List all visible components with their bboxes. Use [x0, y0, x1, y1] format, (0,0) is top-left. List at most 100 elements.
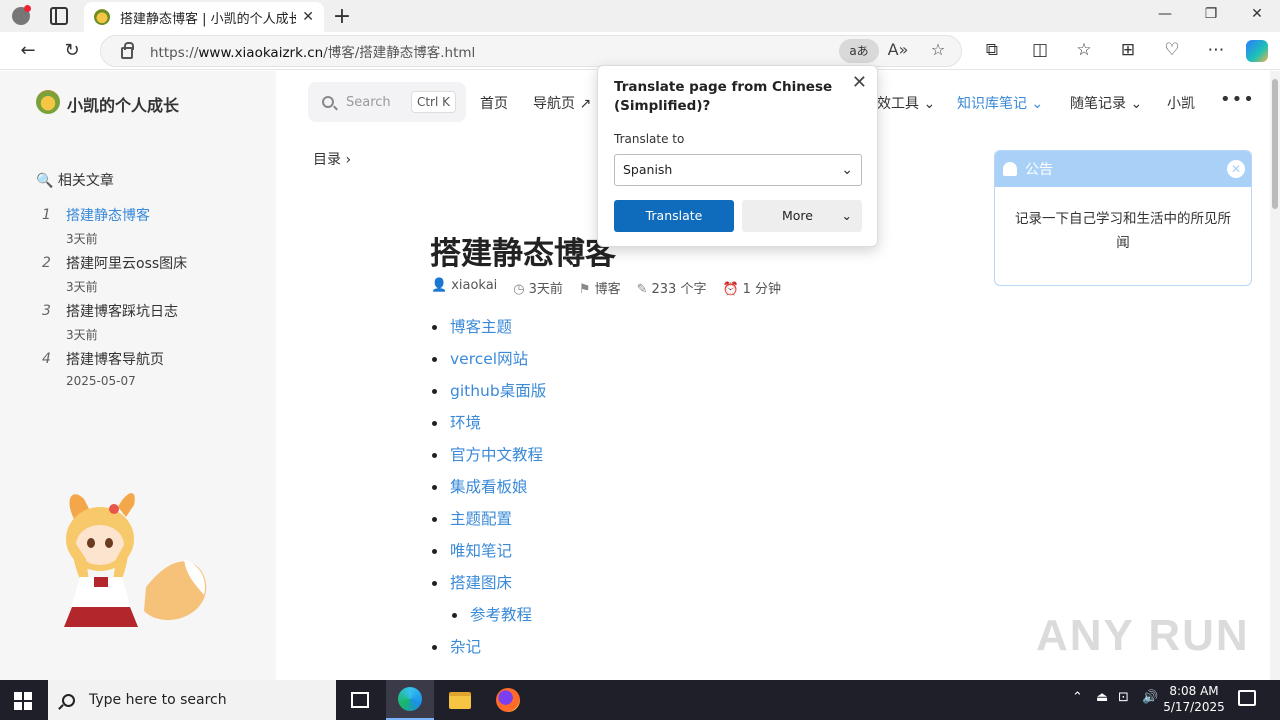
list-item[interactable]: 4 搭建博客导航页 2025-05-07 [36, 349, 266, 397]
settings-more-icon[interactable]: ⋯ [1204, 40, 1228, 60]
tab-actions-icon[interactable] [50, 7, 68, 25]
notice-body: 记录一下自己学习和生活中的所见所闻 [1015, 211, 1231, 251]
toc-toggle[interactable]: 目录 › [313, 149, 351, 169]
related-article-date: 3天前 [66, 232, 98, 246]
read-time: 1 分钟 [742, 282, 782, 297]
browser-titlebar: 搭建静态博客 | 小凯的个人成长 ✕ + — ❐ ✕ [0, 0, 1280, 32]
translate-button[interactable]: Translate [614, 200, 734, 232]
nav-home[interactable]: 首页 [480, 93, 508, 113]
translate-dialog-title: Translate page from Chinese (Simplified)… [614, 79, 833, 114]
refresh-button[interactable]: ↻ [60, 40, 84, 62]
toc-link[interactable]: 杂记 [430, 631, 830, 663]
address-bar[interactable]: https://www.xiaokaizrk.cn/博客/搭建静态博客.html… [100, 35, 962, 67]
copilot-icon[interactable] [1246, 40, 1268, 62]
related-article-title[interactable]: 搭建博客导航页 [66, 349, 164, 369]
close-icon[interactable]: ✕ [852, 72, 867, 93]
firefox-button[interactable] [484, 680, 532, 720]
search-placeholder: Search [346, 94, 391, 110]
task-view-icon [351, 692, 369, 708]
site-name[interactable]: 小凯的个人成长 [67, 92, 179, 116]
taskbar-search[interactable]: Type here to search [48, 680, 336, 720]
lock-icon[interactable] [121, 42, 134, 59]
nav-knowledge-notes[interactable]: 知识库笔记 ⌄ [957, 93, 1043, 113]
clock-icon: ◷ [513, 282, 525, 297]
mascot-image[interactable] [34, 479, 210, 639]
toc-link[interactable]: 环境 [430, 407, 830, 439]
browser-tab-active[interactable]: 搭建静态博客 | 小凯的个人成长 ✕ [84, 2, 324, 32]
related-articles-heading: 🔍 相关文章 [36, 173, 114, 189]
clock[interactable]: 8:08 AM 5/17/2025 [1160, 683, 1228, 715]
scrollbar-thumb[interactable] [1272, 79, 1278, 209]
minimize-button[interactable]: — [1150, 6, 1180, 22]
more-icon[interactable]: ••• [1220, 89, 1255, 110]
chevron-down-icon: ⌄ [841, 162, 853, 178]
usb-icon[interactable]: ⏏ [1096, 690, 1108, 705]
more-options-button[interactable]: More ⌄ [742, 200, 862, 232]
notice-close-button[interactable]: ✕ [1227, 160, 1245, 178]
close-window-button[interactable]: ✕ [1242, 6, 1272, 22]
new-tab-button[interactable]: + [330, 4, 354, 29]
toc-link[interactable]: 参考教程 [430, 599, 830, 631]
article-toc-list: 博客主题 vercel网站 github桌面版 环境 官方中文教程 集成看板娘 … [430, 311, 830, 663]
translate-icon[interactable]: aあ [839, 39, 879, 63]
site-favicon-icon [94, 9, 110, 25]
notification-dot [24, 5, 31, 12]
related-article-title[interactable]: 搭建博客踩坑日志 [66, 301, 178, 321]
tab-close-icon[interactable]: ✕ [302, 9, 314, 25]
search-box[interactable]: Search Ctrl K [308, 82, 466, 122]
performance-icon[interactable]: ♡ [1160, 40, 1184, 60]
volume-icon[interactable]: 🔊 [1142, 690, 1158, 705]
split-screen-icon[interactable]: ◫ [1028, 40, 1052, 60]
related-article-date: 2025-05-07 [66, 374, 136, 388]
nav-author[interactable]: 小凯 [1167, 93, 1195, 113]
task-view-button[interactable] [336, 680, 384, 720]
author-name: xiaokai [451, 278, 498, 293]
toc-link[interactable]: 官方中文教程 [430, 439, 830, 471]
related-article-title[interactable]: 搭建静态博客 [66, 205, 150, 225]
publish-time: 3天前 [528, 282, 563, 297]
toc-link[interactable]: 集成看板娘 [430, 471, 830, 503]
translate-dialog: Translate page from Chinese (Simplified)… [597, 65, 878, 247]
related-article-date: 3天前 [66, 328, 98, 342]
restore-button[interactable]: ❐ [1196, 6, 1226, 22]
back-button[interactable]: ← [16, 40, 40, 62]
collections-icon[interactable]: ⊞ [1116, 40, 1140, 60]
nav-essays[interactable]: 随笔记录 ⌄ [1070, 93, 1142, 113]
toc-link[interactable]: 博客主题 [430, 311, 830, 343]
nav-tools[interactable]: 效工具 ⌄ [877, 93, 935, 113]
notification-center-icon[interactable] [1238, 690, 1256, 706]
network-icon[interactable]: ⊡ [1118, 690, 1129, 705]
alarm-icon: ⏰ [722, 282, 739, 297]
list-item[interactable]: 3 搭建博客踩坑日志 3天前 [36, 301, 266, 349]
url-text[interactable]: https://www.xiaokaizrk.cn/博客/搭建静态博客.html [150, 41, 475, 61]
tab-title: 搭建静态博客 | 小凯的个人成长 [120, 11, 297, 27]
toc-link[interactable]: github桌面版 [430, 375, 830, 407]
nav-navigation[interactable]: 导航页 ↗ [533, 93, 591, 113]
pen-icon: ✎ [636, 282, 648, 297]
toc-link[interactable]: vercel网站 [430, 343, 830, 375]
extensions-icon[interactable]: ⧉ [980, 40, 1004, 60]
read-aloud-icon[interactable]: A» [887, 40, 909, 59]
page-scrollbar[interactable] [1270, 71, 1280, 680]
favorites-icon[interactable]: ☆ [1072, 40, 1096, 60]
windows-taskbar: Type here to search ⌃ ⏏ ⊡ 🔊 8:08 AM 5/17… [0, 680, 1280, 720]
site-logo-icon[interactable] [36, 90, 60, 114]
chevron-down-icon: ⌄ [841, 208, 852, 223]
toc-link[interactable]: 唯知笔记 [430, 535, 830, 567]
toc-link[interactable]: 主题配置 [430, 503, 830, 535]
bell-icon [1003, 162, 1017, 176]
toc-link[interactable]: 搭建图床 [430, 567, 830, 599]
chevron-up-icon[interactable]: ⌃ [1072, 690, 1083, 705]
start-button[interactable] [14, 692, 32, 710]
related-article-title[interactable]: 搭建阿里云oss图床 [66, 253, 187, 273]
list-item[interactable]: 2 搭建阿里云oss图床 3天前 [36, 253, 266, 301]
favorite-star-icon[interactable]: ☆ [927, 40, 949, 59]
taskbar-search-placeholder: Type here to search [89, 692, 227, 708]
file-explorer-button[interactable] [436, 680, 484, 720]
edge-taskbar-button[interactable] [386, 680, 434, 720]
list-item[interactable]: 1 搭建静态博客 3天前 [36, 205, 266, 253]
search-shortcut: Ctrl K [410, 91, 456, 113]
search-icon [62, 693, 75, 707]
target-language-select[interactable]: Spanish ⌄ [614, 154, 862, 186]
firefox-icon [496, 688, 520, 712]
